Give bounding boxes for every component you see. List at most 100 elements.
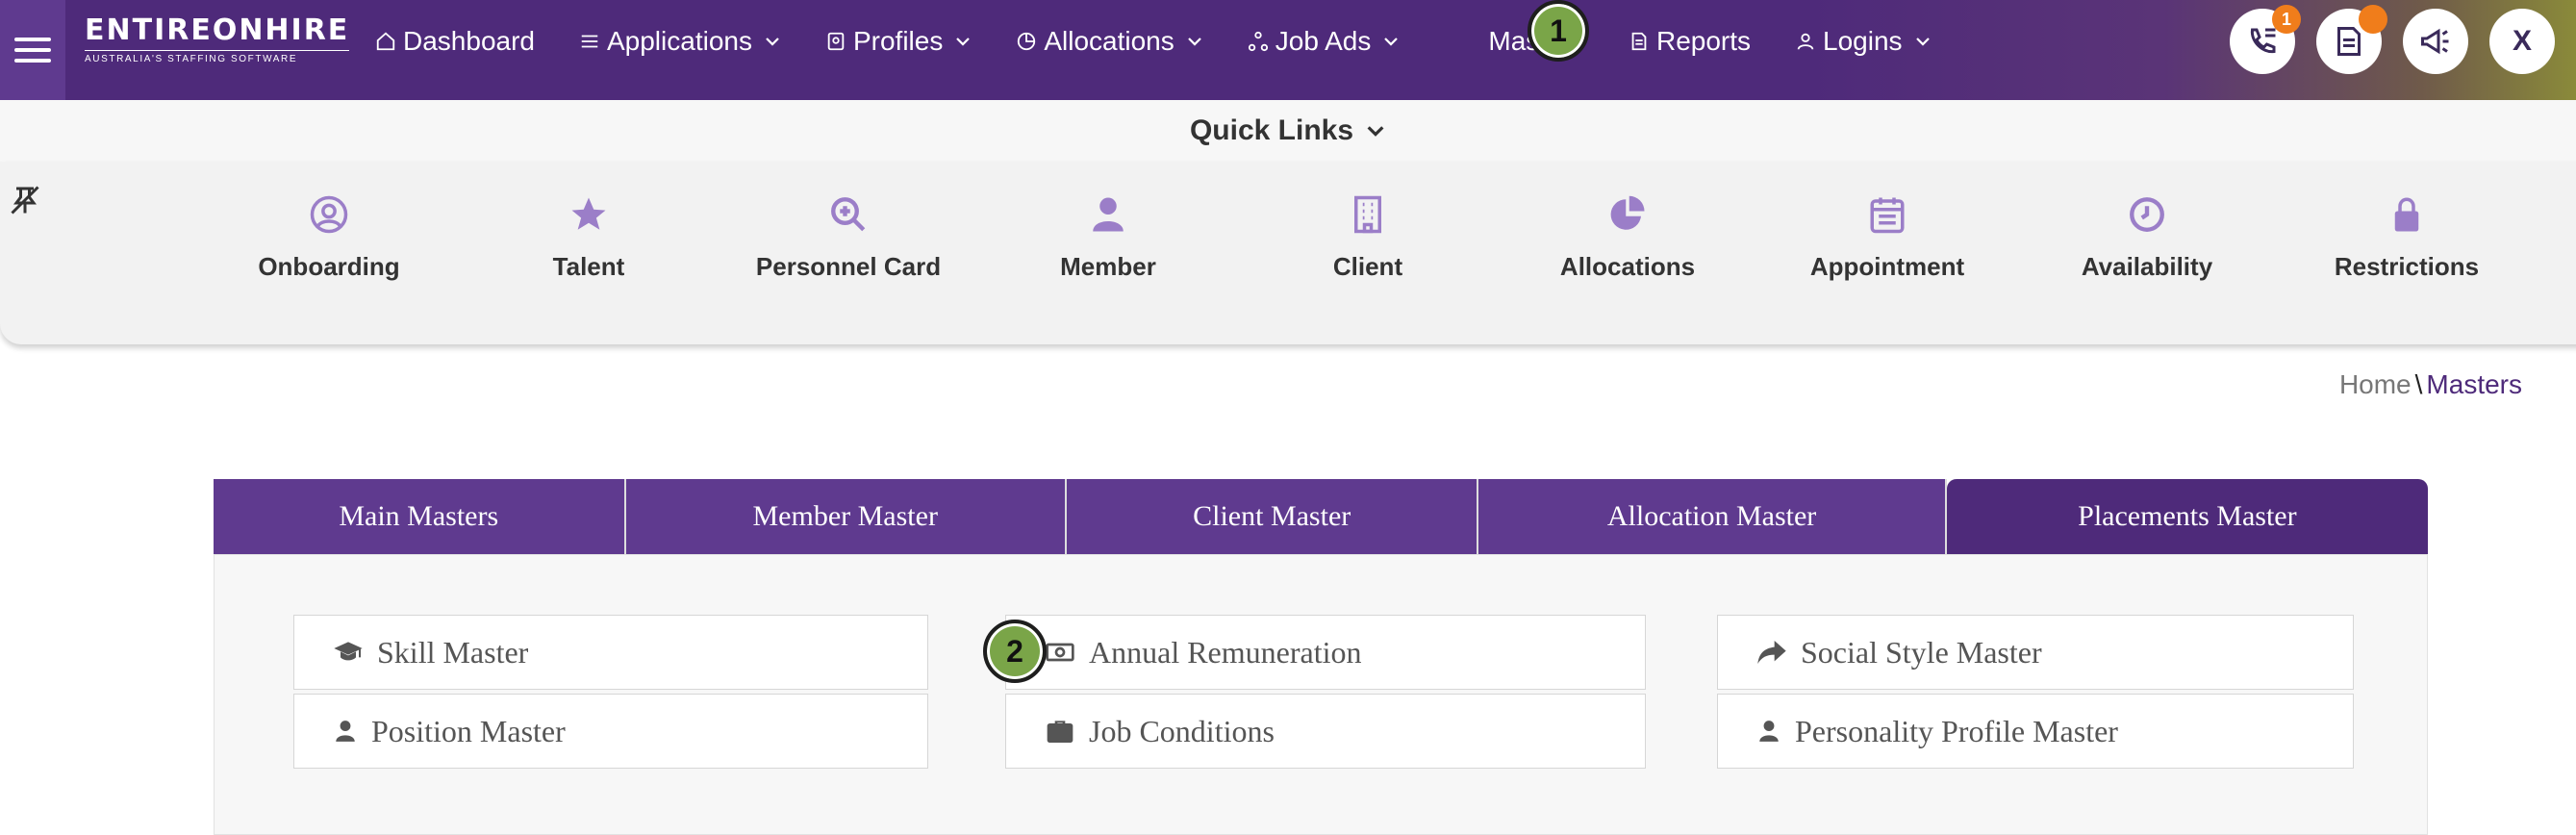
- calendar-icon: [1870, 197, 1905, 234]
- logo-tagline: AUSTRALIA'S STAFFING SOFTWARE: [85, 50, 350, 64]
- pie-icon: [1018, 32, 1036, 51]
- graduation-cap-icon: [334, 642, 363, 661]
- app-logo[interactable]: ENTIREONHIRE AUSTRALIA'S STAFFING SOFTWA…: [85, 13, 350, 64]
- breadcrumb-home[interactable]: Home: [2339, 369, 2412, 399]
- user-icon: [1797, 33, 1814, 50]
- user-icon: [1093, 197, 1124, 232]
- quick-links-header[interactable]: Quick Links: [0, 100, 2576, 162]
- personality-profile-master-button[interactable]: Personality Profile Master: [1717, 694, 2354, 769]
- nav-profiles-label: Profiles: [852, 26, 944, 56]
- quick-link-label: Onboarding: [258, 252, 400, 281]
- megaphone-icon: [2421, 28, 2449, 55]
- quick-link-label: Talent: [552, 252, 625, 281]
- quick-link-label: Allocations: [1559, 252, 1696, 281]
- tab-member-master[interactable]: Member Master: [625, 479, 1067, 554]
- chevron-down-icon: [766, 38, 779, 46]
- personality-profile-master-label: Personality Profile Master: [1795, 713, 2118, 748]
- nav-applications[interactable]: Applications: [579, 26, 781, 57]
- top-navbar: ENTIREONHIRE AUSTRALIA'S STAFFING SOFTWA…: [0, 0, 2576, 100]
- chevron-down-icon: [1915, 38, 1930, 46]
- announcements-button[interactable]: [2403, 9, 2468, 74]
- quick-link-label: Client: [1332, 252, 1403, 281]
- quick-link-label: Personnel Card: [755, 252, 942, 281]
- quick-link-label: Restrictions: [2334, 252, 2480, 281]
- user-initial: X: [2512, 25, 2532, 57]
- quick-link-client[interactable]: Client: [1252, 194, 1483, 282]
- chevron-down-icon: [1187, 38, 1201, 46]
- nav-profiles[interactable]: Profiles: [825, 26, 972, 57]
- document-icon: [1631, 32, 1647, 51]
- quick-link-member[interactable]: Member: [993, 194, 1224, 282]
- step-marker-2: 2: [983, 620, 1047, 683]
- masters-tabs: Main Masters Member Master Client Master…: [214, 479, 2428, 554]
- share-icon: [1757, 641, 1786, 664]
- quick-links-panel: Onboarding Talent Personnel Card Member …: [0, 162, 2576, 344]
- nav-allocations[interactable]: Allocations: [1016, 26, 1202, 57]
- list-icon: [581, 35, 598, 48]
- nav-logins[interactable]: Logins: [1795, 26, 1932, 57]
- top-right-actions: 1 X: [2230, 0, 2576, 83]
- phone-list-icon: [2250, 28, 2276, 54]
- nav-applications-label: Applications: [606, 26, 752, 56]
- skill-master-button[interactable]: Skill Master: [293, 615, 928, 690]
- calls-button[interactable]: 1: [2230, 5, 2301, 74]
- quick-link-label: Member: [1060, 252, 1156, 281]
- nav-reports-label: Reports: [1655, 26, 1752, 56]
- tab-main-masters[interactable]: Main Masters: [214, 479, 626, 554]
- quick-link-availability[interactable]: Availability: [2032, 194, 2262, 282]
- step-marker-1: 1: [1528, 0, 1589, 62]
- quick-link-appointment[interactable]: Appointment: [1772, 194, 2003, 282]
- building-icon: [1354, 195, 1381, 234]
- nav-dashboard[interactable]: Dashboard: [375, 26, 535, 57]
- tab-allocation-master[interactable]: Allocation Master: [1478, 479, 1947, 554]
- chevron-down-icon: [1367, 126, 1384, 137]
- nav-dashboard-label: Dashboard: [403, 26, 535, 56]
- quick-link-personnel-card[interactable]: Personnel Card: [733, 194, 964, 282]
- breadcrumb-separator: \: [2414, 369, 2423, 399]
- quick-link-label: Appointment: [1809, 252, 1965, 281]
- home-icon: [376, 32, 395, 51]
- logo-name: ENTIREONHIRE: [85, 13, 350, 47]
- user-avatar-button[interactable]: X: [2489, 9, 2555, 74]
- nav-allocations-label: Allocations: [1044, 26, 1174, 56]
- pie-chart-icon: [1610, 195, 1645, 230]
- breadcrumb: Home \ Masters: [2339, 369, 2522, 400]
- lock-icon: [2394, 197, 2419, 232]
- quick-link-restrictions[interactable]: Restrictions: [2291, 194, 2522, 282]
- document-icon: [2337, 27, 2361, 56]
- documents-button[interactable]: [2316, 5, 2387, 74]
- tab-client-master[interactable]: Client Master: [1066, 479, 1479, 554]
- position-master-button[interactable]: Position Master: [293, 694, 928, 769]
- chevron-down-icon: [956, 38, 971, 46]
- notification-dot: [2359, 5, 2387, 34]
- nav-reports[interactable]: Reports: [1629, 26, 1751, 57]
- chevron-down-icon: [1384, 38, 1399, 46]
- quick-link-label: Availability: [2081, 252, 2213, 281]
- breadcrumb-current: Masters: [2426, 369, 2522, 399]
- quick-links-title: Quick Links: [1189, 114, 1354, 146]
- quick-link-talent[interactable]: Talent: [473, 194, 704, 282]
- social-style-master-button[interactable]: Social Style Master: [1717, 615, 2354, 690]
- position-master-label: Position Master: [371, 713, 566, 748]
- job-conditions-label: Job Conditions: [1089, 713, 1275, 748]
- star-icon: [571, 197, 606, 230]
- unpin-icon[interactable]: [8, 183, 42, 217]
- annual-remuneration-button[interactable]: Annual Remuneration: [1005, 615, 1646, 690]
- clock-icon: [2130, 197, 2164, 232]
- quick-link-allocations[interactable]: Allocations: [1512, 194, 1743, 282]
- network-icon: [1248, 31, 1268, 52]
- id-badge-icon: [827, 32, 845, 51]
- main-nav: Dashboard Applications Profiles Allocati…: [375, 0, 1976, 83]
- quick-links-toggle[interactable]: Quick Links: [1190, 114, 1386, 147]
- nav-job-ads[interactable]: Job Ads: [1248, 26, 1401, 57]
- user-icon: [1759, 721, 1779, 742]
- nav-job-ads-label: Job Ads: [1275, 26, 1372, 56]
- quick-link-onboarding[interactable]: Onboarding: [214, 194, 444, 282]
- tab-placements-master[interactable]: Placements Master: [1946, 479, 2428, 554]
- nav-logins-label: Logins: [1823, 26, 1903, 56]
- briefcase-icon: [1047, 721, 1073, 743]
- job-conditions-button[interactable]: Job Conditions: [1005, 694, 1646, 769]
- hamburger-menu-icon[interactable]: [0, 0, 65, 100]
- search-plus-icon: [831, 197, 866, 232]
- user-icon: [336, 721, 355, 742]
